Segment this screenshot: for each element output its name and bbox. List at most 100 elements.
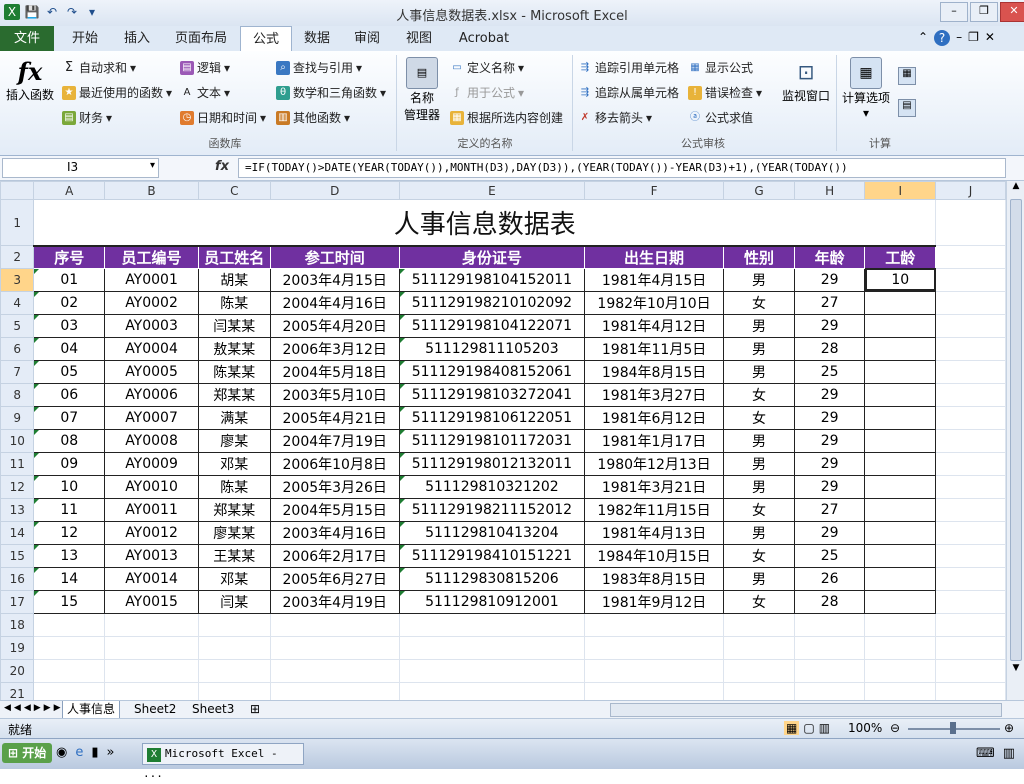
cell[interactable] <box>935 359 1006 384</box>
table-cell[interactable]: 27 <box>793 290 866 315</box>
formula-input[interactable]: =IF(TODAY()>DATE(YEAR(TODAY()),MONTH(D3)… <box>238 158 1006 178</box>
table-cell[interactable]: 12 <box>33 520 106 545</box>
cell[interactable] <box>935 612 1006 637</box>
table-cell[interactable]: 511129810321202 <box>398 474 585 499</box>
table-cell[interactable]: 郑某某 <box>197 382 271 407</box>
cell[interactable] <box>935 428 1006 453</box>
table-cell[interactable]: 1981年6月12日 <box>583 405 725 430</box>
row-header[interactable]: 11 <box>0 451 35 476</box>
cell[interactable] <box>935 336 1006 361</box>
zoom-slider-thumb[interactable] <box>950 722 956 734</box>
table-cell[interactable]: 511129198104122071 <box>398 313 585 338</box>
selected-cell[interactable]: 10 <box>864 267 937 292</box>
table-cell[interactable]: 15 <box>33 589 106 614</box>
table-cell[interactable]: 511129198408152061 <box>398 359 585 384</box>
row-header[interactable]: 15 <box>0 543 35 568</box>
table-cell[interactable]: 06 <box>33 382 106 407</box>
table-cell[interactable]: 05 <box>33 359 106 384</box>
column-header[interactable]: H <box>793 181 866 200</box>
cell[interactable] <box>104 658 199 683</box>
cell[interactable] <box>197 658 271 683</box>
cell[interactable] <box>583 612 725 637</box>
cell[interactable] <box>104 635 199 660</box>
table-cell[interactable] <box>864 290 937 315</box>
datetime-button[interactable]: ◷ 日期和时间 ▾ <box>180 109 266 126</box>
cell[interactable] <box>583 635 725 660</box>
insert-function-button[interactable]: fx 插入函数 <box>4 57 56 103</box>
cell[interactable] <box>793 681 866 700</box>
cell[interactable] <box>935 382 1006 407</box>
table-cell[interactable]: 1984年8月15日 <box>583 359 725 384</box>
table-cell[interactable]: 男 <box>723 313 795 338</box>
create-from-selection-button[interactable]: ▦ 根据所选内容创建 <box>450 109 563 126</box>
cell[interactable] <box>935 313 1006 338</box>
financial-button[interactable]: ▤ 财务 ▾ <box>62 109 112 126</box>
table-cell[interactable]: 28 <box>793 589 866 614</box>
define-name-button[interactable]: ▭ 定义名称 ▾ <box>450 59 524 76</box>
trace-dependents-button[interactable]: ⇶ 追踪从属单元格 <box>578 84 679 101</box>
text-button[interactable]: A 文本 ▾ <box>180 84 230 101</box>
cell[interactable] <box>864 612 937 637</box>
table-cell[interactable]: 511129198012132011 <box>398 451 585 476</box>
table-cell[interactable]: 511129198104152011 <box>398 267 585 292</box>
media-icon[interactable]: ◉ <box>56 745 67 760</box>
cell[interactable] <box>935 520 1006 545</box>
table-cell[interactable]: 27 <box>793 497 866 522</box>
workbook-minimize-icon[interactable]: – <box>956 30 962 46</box>
scroll-thumb[interactable] <box>1010 199 1022 661</box>
table-cell[interactable]: 29 <box>793 313 866 338</box>
more-functions-button[interactable]: ▥ 其他函数 ▾ <box>276 109 350 126</box>
row-header[interactable]: 21 <box>0 681 35 700</box>
calculate-sheet-icon[interactable]: ▤ <box>898 99 916 117</box>
table-cell[interactable]: 1981年3月27日 <box>583 382 725 407</box>
table-cell[interactable] <box>864 451 937 476</box>
cell[interactable] <box>197 681 271 700</box>
cell[interactable] <box>398 681 585 700</box>
table-cell[interactable]: 25 <box>793 543 866 568</box>
keyboard-icon[interactable]: ⌨ <box>976 746 995 761</box>
table-cell[interactable]: 26 <box>793 566 866 591</box>
zoom-out-icon[interactable]: ⊖ <box>890 721 900 735</box>
table-cell[interactable]: 男 <box>723 359 795 384</box>
cell[interactable] <box>104 681 199 700</box>
table-cell[interactable]: 29 <box>793 428 866 453</box>
column-header[interactable]: I <box>864 181 937 200</box>
row-header[interactable]: 8 <box>0 382 35 407</box>
logical-button[interactable]: ▤ 逻辑 ▾ <box>180 59 230 76</box>
insert-function-icon[interactable]: fx <box>215 159 229 174</box>
table-cell[interactable]: 女 <box>723 543 795 568</box>
table-cell[interactable]: 廖某 <box>197 428 271 453</box>
table-cell[interactable]: AY0007 <box>104 405 199 430</box>
worksheet-grid[interactable]: A B C D E F G H I J 1 人事信息数据表 2 序号 员工编号 员工姓名 参工时间 身份证号 出生日… <box>0 181 1006 700</box>
table-cell[interactable]: 09 <box>33 451 106 476</box>
column-header[interactable]: B <box>104 181 199 200</box>
table-cell[interactable]: 2003年5月10日 <box>269 382 400 407</box>
table-cell[interactable]: 女 <box>723 382 795 407</box>
column-header[interactable]: A <box>33 181 106 200</box>
table-header-cell[interactable]: 参工时间 <box>269 245 400 269</box>
table-cell[interactable]: 08 <box>33 428 106 453</box>
row-header[interactable]: 20 <box>0 658 35 683</box>
cell[interactable] <box>583 681 725 700</box>
table-cell[interactable]: 2004年7月19日 <box>269 428 400 453</box>
table-cell[interactable] <box>864 543 937 568</box>
cell[interactable] <box>723 658 795 683</box>
page-break-view-icon[interactable]: ▥ <box>819 721 830 735</box>
cell[interactable] <box>723 612 795 637</box>
row-header[interactable]: 10 <box>0 428 35 453</box>
table-cell[interactable]: 邓某 <box>197 451 271 476</box>
table-header-cell[interactable]: 身份证号 <box>398 245 585 269</box>
app-icon[interactable]: ▮ <box>91 745 98 760</box>
cell[interactable] <box>33 635 106 660</box>
table-cell[interactable]: 04 <box>33 336 106 361</box>
select-all-corner[interactable] <box>0 181 35 200</box>
autosum-button[interactable]: Σ 自动求和 ▾ <box>62 59 136 76</box>
table-cell[interactable]: 13 <box>33 543 106 568</box>
table-header-cell[interactable]: 员工姓名 <box>197 245 271 269</box>
table-cell[interactable]: 陈某 <box>197 290 271 315</box>
table-cell[interactable]: 511129810912001 <box>398 589 585 614</box>
row-header[interactable]: 17 <box>0 589 35 614</box>
insert-sheet-icon[interactable]: ⊞ <box>246 701 264 718</box>
network-icon[interactable]: ▥ <box>1003 746 1015 761</box>
table-cell[interactable]: 511129810413204 <box>398 520 585 545</box>
